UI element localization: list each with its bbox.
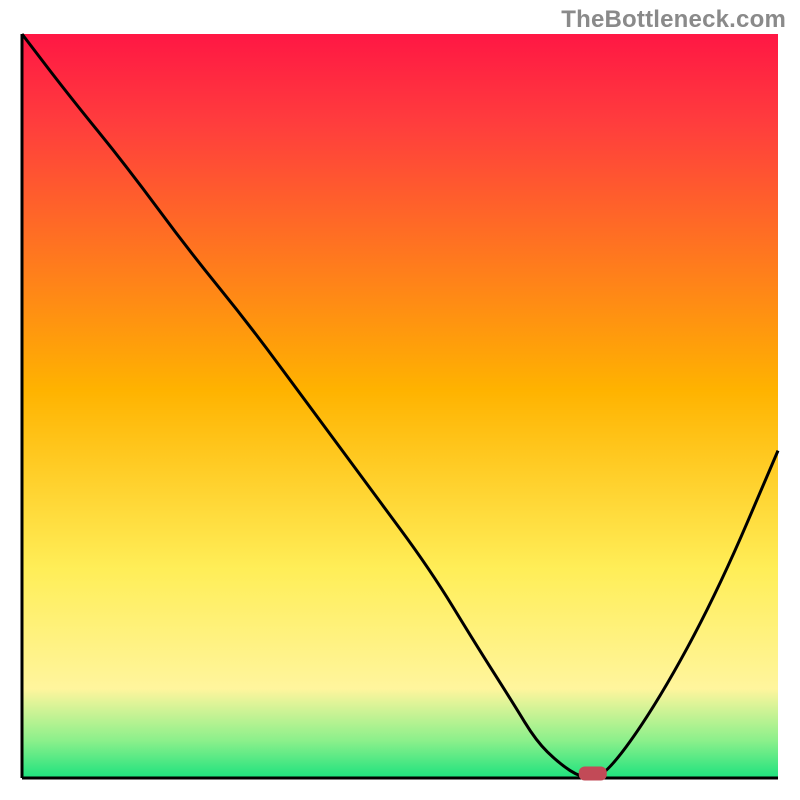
bottleneck-plot (0, 0, 800, 800)
optimal-point-marker (579, 767, 607, 781)
watermark-text: TheBottleneck.com (561, 6, 786, 34)
chart-frame: TheBottleneck.com (0, 0, 800, 800)
plot-background (22, 34, 778, 778)
